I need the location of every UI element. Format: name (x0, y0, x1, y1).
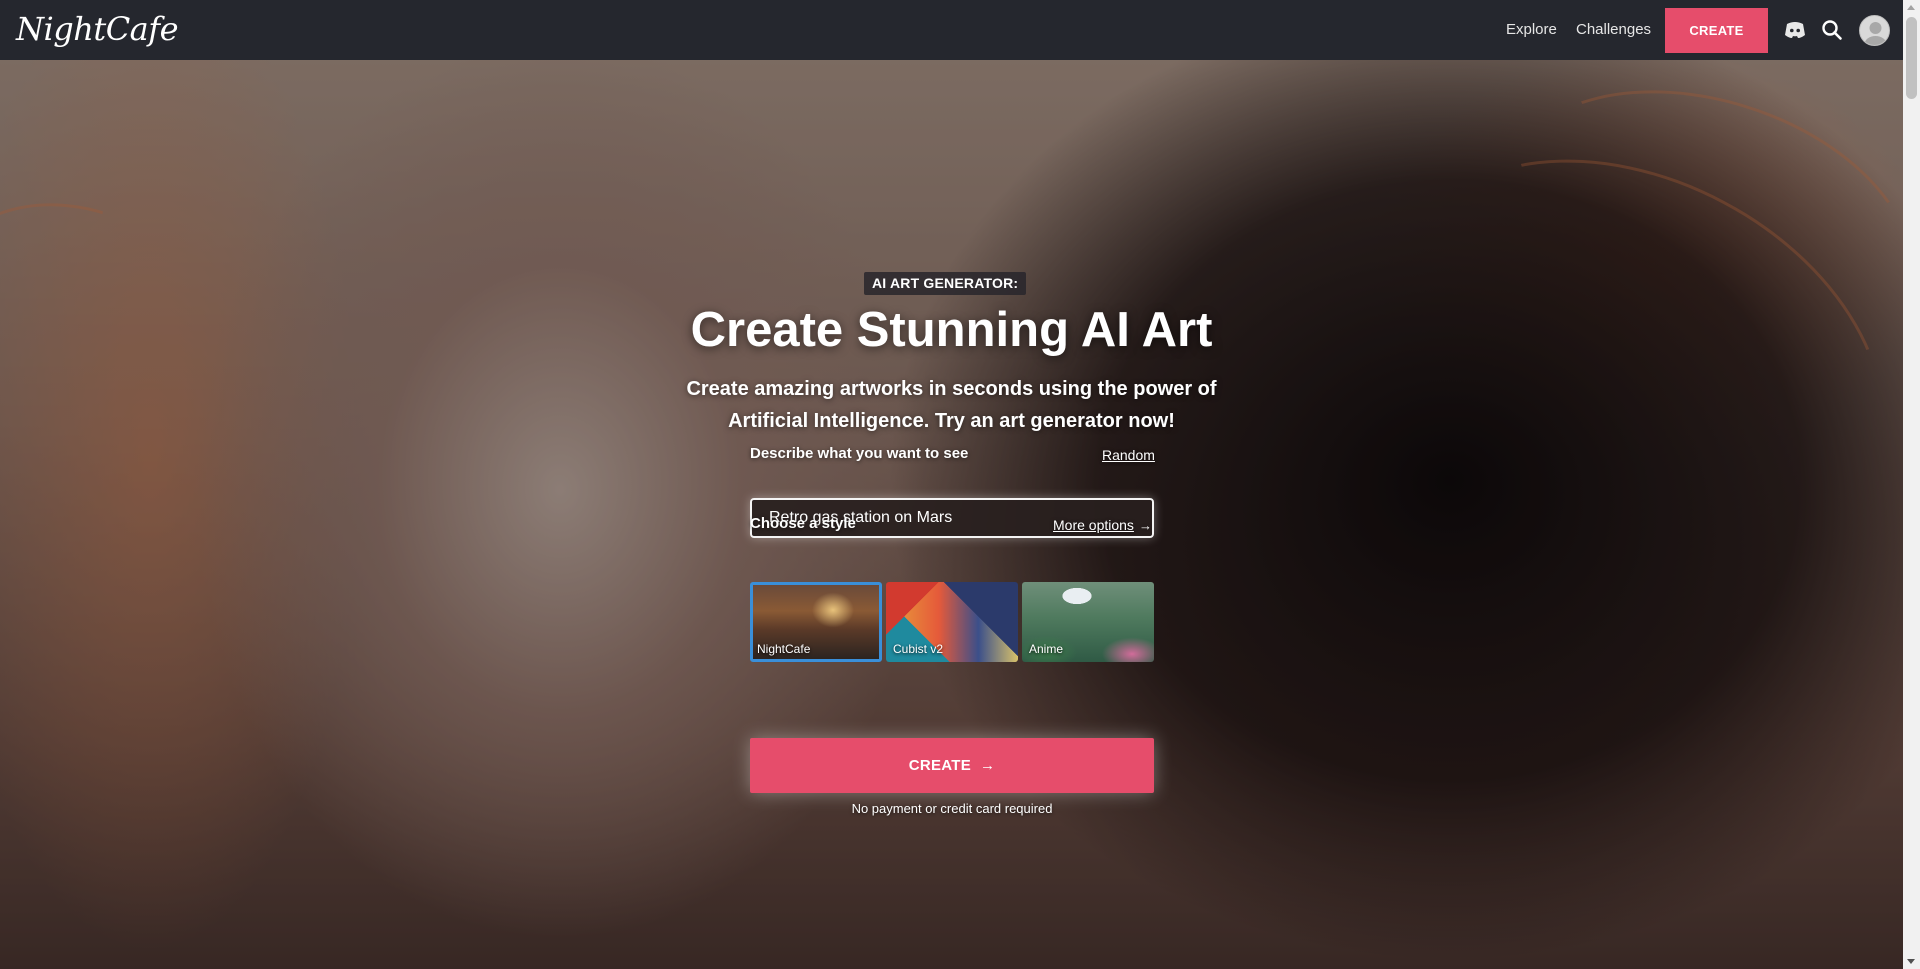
hero-eyebrow: AI ART GENERATOR: (864, 272, 1027, 295)
create-cta-button[interactable]: CREATE → (750, 738, 1154, 793)
discord-icon[interactable] (1782, 17, 1808, 43)
top-navigation-bar: NightCafe Explore Challenges CREATE (0, 0, 1903, 60)
search-icon[interactable] (1819, 17, 1845, 43)
style-option-cubist-v2[interactable]: Cubist v2 (886, 582, 1018, 662)
style-option-anime[interactable]: Anime (1022, 582, 1154, 662)
scroll-down-arrow-icon[interactable] (1907, 959, 1915, 964)
prompt-label: Describe what you want to see (750, 445, 969, 462)
style-picker: NightCafe Cubist v2 Anime (750, 582, 1154, 662)
style-option-nightcafe[interactable]: NightCafe (750, 582, 882, 662)
scrollbar-thumb[interactable] (1906, 17, 1917, 99)
nightcafe-logo[interactable]: NightCafe (16, 10, 179, 48)
more-options-label: More options (1053, 517, 1134, 533)
page-scrollbar[interactable] (1903, 0, 1920, 969)
style-option-label: NightCafe (757, 642, 811, 656)
style-option-label: Anime (1029, 642, 1064, 656)
arrow-right-icon: → (975, 757, 996, 774)
style-label: Choose a style (750, 515, 856, 532)
scroll-up-arrow-icon[interactable] (1907, 5, 1915, 10)
hero-content: AI ART GENERATOR: Create Stunning AI Art… (0, 60, 1903, 969)
no-payment-note: No payment or credit card required (851, 801, 1053, 816)
header-create-button[interactable]: CREATE (1665, 8, 1768, 53)
more-options-link[interactable]: More options → (1053, 517, 1152, 533)
arrow-right-icon: → (1138, 518, 1152, 533)
nav-link-explore[interactable]: Explore (1506, 21, 1557, 38)
user-avatar[interactable] (1859, 15, 1890, 46)
nav-link-challenges[interactable]: Challenges (1576, 21, 1651, 38)
hero-subtitle: Create amazing artworks in seconds using… (686, 378, 1217, 432)
style-option-label: Cubist v2 (893, 642, 944, 656)
create-cta-label: CREATE (908, 757, 972, 774)
random-prompt-link[interactable]: Random (1102, 447, 1155, 463)
hero-section: AI ART GENERATOR: Create Stunning AI Art… (0, 60, 1903, 969)
hero-title: Create Stunning AI Art (690, 303, 1213, 357)
